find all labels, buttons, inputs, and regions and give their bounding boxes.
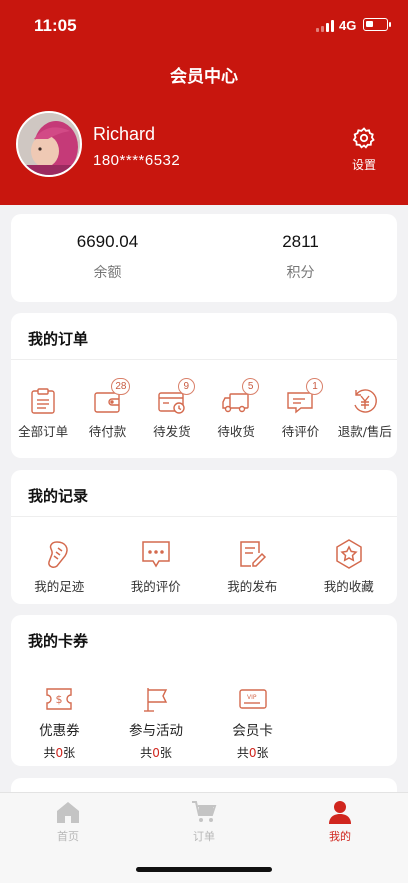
- page-title: 会员中心: [170, 67, 238, 87]
- divider: [11, 359, 397, 360]
- flag-icon: [144, 688, 168, 712]
- record-favorites-label: 我的收藏: [323, 579, 374, 594]
- balance-value: 6690.04: [76, 232, 139, 251]
- coupon-count: 共0张: [43, 746, 76, 760]
- tab-home[interactable]: 首页: [0, 800, 136, 844]
- orders-card: 我的订单 全部订单 28 待付款 9 待发货 5 待收货 1 待评价 退款/售后: [11, 313, 397, 458]
- signal-icon: [316, 20, 336, 32]
- order-pending-payment-label: 待付款: [88, 424, 127, 439]
- order-refund[interactable]: 退款/售后: [333, 387, 397, 440]
- tab-mine[interactable]: 我的: [272, 800, 408, 844]
- coupon-label: 优惠券: [39, 723, 80, 739]
- svg-text:VIP: VIP: [247, 694, 257, 701]
- avatar[interactable]: [16, 111, 82, 177]
- star-hexagon-icon: [336, 539, 362, 569]
- tab-home-label: 首页: [57, 830, 79, 843]
- shipment-count-badge: 9: [177, 378, 195, 395]
- yen-refund-icon: [354, 389, 377, 413]
- gear-icon: [352, 127, 375, 149]
- phone-number: 180****6532: [93, 152, 181, 169]
- clipboard-icon: [31, 388, 55, 414]
- points-stat[interactable]: 2811 积分: [204, 232, 397, 282]
- cards-coupons-card: 我的卡券 $ 优惠券 共0张 参与活动 共0张 VIP 会员卡 共0张: [11, 615, 397, 766]
- payment-count-badge: 28: [111, 378, 131, 395]
- header: 11:05 4G 会员中心 Richard 180****6532 设置: [0, 0, 408, 205]
- battery-icon: [363, 18, 391, 31]
- coupons-row: $ 优惠券 共0张 参与活动 共0张 VIP 会员卡 共0张: [11, 685, 301, 761]
- edit-document-icon: [240, 541, 267, 567]
- orders-title: 我的订单: [28, 330, 89, 348]
- order-pending-review-label: 待评价: [281, 424, 320, 439]
- activity-item[interactable]: 参与活动 共0张: [108, 685, 205, 761]
- order-pending-payment[interactable]: 28 待付款: [75, 378, 139, 440]
- membership-card-item[interactable]: VIP 会员卡 共0张: [204, 685, 301, 761]
- order-pending-shipment[interactable]: 9 待发货: [140, 378, 204, 440]
- record-favorites[interactable]: 我的收藏: [301, 538, 398, 595]
- record-footprint[interactable]: 我的足迹: [11, 538, 108, 595]
- balance-stat[interactable]: 6690.04 余额: [11, 232, 204, 282]
- settings-button[interactable]: 设置: [344, 126, 384, 172]
- user-icon: [329, 801, 351, 824]
- status-bar: 11:05 4G: [0, 0, 408, 52]
- footprint-icon: [48, 541, 68, 568]
- stats-card: 6690.04 余额 2811 积分: [11, 214, 397, 302]
- activity-label: 参与活动: [129, 723, 183, 739]
- activity-count: 共0张: [140, 746, 172, 760]
- home-indicator: [136, 867, 272, 872]
- record-posts[interactable]: 我的发布: [204, 538, 301, 595]
- orders-row: 全部订单 28 待付款 9 待发货 5 待收货 1 待评价 退款/售后: [11, 378, 397, 440]
- order-refund-label: 退款/售后: [337, 424, 392, 439]
- coupon-item[interactable]: $ 优惠券 共0张: [11, 685, 108, 761]
- record-footprint-label: 我的足迹: [34, 579, 85, 594]
- svg-text:$: $: [56, 693, 63, 706]
- membership-card-label: 会员卡: [232, 723, 273, 739]
- order-pending-receipt[interactable]: 5 待收货: [204, 378, 268, 440]
- records-title: 我的记录: [28, 487, 89, 505]
- username: Richard: [93, 124, 156, 144]
- home-icon: [57, 802, 79, 823]
- points-value: 2811: [282, 232, 319, 251]
- tab-orders[interactable]: 订单: [136, 800, 272, 844]
- tab-mine-label: 我的: [329, 830, 351, 843]
- order-all-label: 全部订单: [18, 424, 69, 439]
- coupon-icon: $: [46, 688, 73, 710]
- record-posts-label: 我的发布: [227, 579, 278, 594]
- cart-icon: [192, 801, 217, 822]
- divider: [11, 516, 397, 517]
- order-pending-shipment-label: 待发货: [153, 424, 191, 439]
- chat-bubble-icon: [142, 541, 170, 568]
- balance-label: 余额: [93, 265, 122, 281]
- order-all[interactable]: 全部订单: [11, 387, 75, 440]
- records-row: 我的足迹 我的评价 我的发布 我的收藏: [11, 538, 397, 595]
- tab-orders-label: 订单: [193, 830, 215, 843]
- points-label: 积分: [286, 265, 315, 281]
- settings-label: 设置: [351, 158, 376, 172]
- membership-card-count: 共0张: [236, 746, 269, 760]
- vip-card-icon: VIP: [238, 689, 267, 709]
- network-label: 4G: [339, 18, 357, 33]
- status-time: 11:05: [34, 16, 77, 35]
- coupons-title: 我的卡券: [28, 632, 89, 650]
- record-reviews-label: 我的评价: [130, 579, 181, 594]
- receipt-count-badge: 5: [242, 378, 260, 395]
- records-card: 我的记录 我的足迹 我的评价 我的发布 我的收藏: [11, 470, 397, 604]
- record-reviews[interactable]: 我的评价: [108, 538, 205, 595]
- review-count-badge: 1: [306, 378, 324, 395]
- order-pending-review[interactable]: 1 待评价: [268, 378, 332, 440]
- order-pending-receipt-label: 待收货: [217, 424, 255, 439]
